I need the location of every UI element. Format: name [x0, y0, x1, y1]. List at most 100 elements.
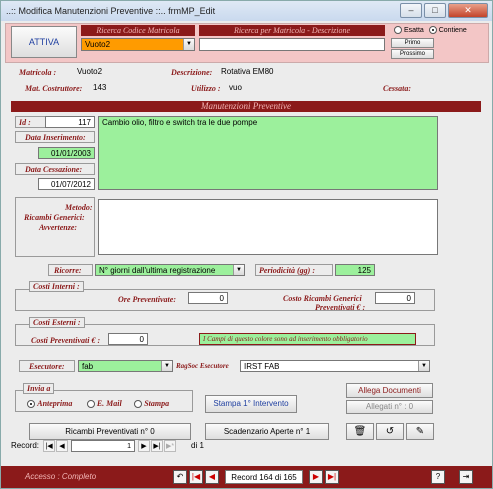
- costo-ricambi-field[interactable]: 0: [375, 292, 415, 304]
- matricola-value: Vuoto2: [77, 67, 103, 76]
- undo-nav-icon[interactable]: ↶: [173, 470, 187, 484]
- minimize-button[interactable]: –: [400, 3, 422, 18]
- previous-icon[interactable]: ◀: [205, 470, 219, 484]
- descrizione-value: Rotativa EM80: [221, 67, 274, 76]
- invia-options: Anteprima E. Mail Stampa: [27, 399, 169, 408]
- costo-ricambi-label: Costo Ricambi Generici: [283, 294, 362, 303]
- chevron-down-icon[interactable]: ▼: [183, 39, 194, 50]
- ragsoc-value: IRST FAB: [244, 362, 280, 371]
- campi-obbligatori-note: I Campi di questo colore sono ad inserim…: [199, 333, 416, 345]
- allega-documenti-button[interactable]: Allega Documenti: [346, 383, 433, 398]
- descrizione-textarea[interactable]: Cambio olio, filtro e switch tra le due …: [98, 116, 438, 190]
- match-mode-group: Esatta Contiene: [394, 26, 467, 34]
- metodo-label: Metodo:: [65, 203, 93, 212]
- data-cess-field[interactable]: 01/07/2012: [38, 178, 95, 190]
- chevron-down-icon[interactable]: ▼: [418, 361, 429, 371]
- matricola-label: Matricola :: [19, 68, 57, 77]
- stampa-label: Stampa: [144, 399, 170, 408]
- footer-bar: Accesso : Completo ↶ |◀ ◀ Record 164 di …: [1, 466, 492, 488]
- allegati-button[interactable]: Allegati n° : 0: [346, 400, 433, 414]
- cessata-label: Cessata:: [383, 84, 411, 93]
- delete-icon[interactable]: 🗑: [346, 423, 374, 440]
- esatta-label: Esatta: [403, 26, 424, 34]
- current-record-field[interactable]: 1: [71, 440, 135, 452]
- attiva-button[interactable]: ATTIVA: [11, 26, 77, 58]
- data-ins-label: Data Inserimento:: [25, 133, 86, 142]
- ore-prev-label: Ore Preventivate:: [118, 295, 176, 304]
- chevron-down-icon[interactable]: ▼: [161, 361, 172, 371]
- chevron-down-icon[interactable]: ▼: [233, 265, 244, 275]
- costi-esterni-label: Costi Esterni :: [29, 317, 85, 328]
- prossimo-button[interactable]: Prossimo: [391, 49, 434, 59]
- periodicita-label: Periodicità (gg) :: [259, 266, 315, 275]
- form-body: ATTIVA Ricerca Codice Matricola Vuoto2 ▼…: [1, 21, 492, 468]
- first-icon[interactable]: |◀: [189, 470, 203, 484]
- new-record-icon[interactable]: ▶*: [164, 440, 176, 452]
- contiene-radio[interactable]: [428, 26, 437, 34]
- stampa-radio[interactable]: [133, 399, 142, 408]
- costruttore-value: 143: [93, 83, 107, 92]
- record-counter: Record 164 di 165: [225, 470, 303, 484]
- utilizzo-value: vuo: [229, 83, 242, 92]
- costi-prev-field[interactable]: 0: [108, 333, 148, 345]
- app-window: ..:: Modifica Manutenzioni Preventive ::…: [0, 0, 493, 489]
- costo-ricambi-label2: Preventivati € :: [315, 303, 366, 312]
- record-total: di 1: [191, 441, 204, 450]
- ricambi-preventivati-button[interactable]: Ricambi Preventivati n° 0: [29, 423, 191, 440]
- ragsoc-label: RagSoc Esecutore: [176, 362, 229, 370]
- maximize-button[interactable]: □: [424, 3, 446, 18]
- data-cess-label: Data Cessazione:: [25, 165, 83, 174]
- record-label: Record:: [11, 441, 40, 450]
- primo-button[interactable]: Primo: [391, 38, 434, 48]
- periodicita-field[interactable]: 125: [335, 264, 375, 276]
- ricorre-select[interactable]: N° giorni dall'ultima registrazione ▼: [95, 264, 245, 276]
- exit-icon[interactable]: ⇥: [459, 470, 473, 484]
- esecutore-value: fab: [82, 362, 94, 371]
- save-icon[interactable]: ✎: [406, 423, 434, 440]
- ricerca-codice-select[interactable]: Vuoto2 ▼: [81, 38, 195, 51]
- anteprima-label: Anteprima: [37, 399, 73, 408]
- help-icon[interactable]: ?: [431, 470, 445, 484]
- email-label: E. Mail: [96, 399, 122, 408]
- esatta-radio[interactable]: [394, 26, 402, 34]
- ricambi-label: Ricambi Generici:: [24, 213, 85, 222]
- costi-prev-label: Costi Preventivati € :: [31, 336, 101, 345]
- avvertenze-label: Avvertenze:: [39, 223, 78, 232]
- section-title: Manutenzioni Preventive: [11, 101, 481, 112]
- ricorre-label: Ricorre:: [54, 266, 82, 275]
- esecutore-select[interactable]: fab ▼: [78, 360, 173, 372]
- first-record-icon[interactable]: |◀: [43, 440, 55, 452]
- stampa-intervento-button[interactable]: Stampa 1° Intervento: [205, 395, 297, 413]
- next-record-icon[interactable]: ▶: [138, 440, 150, 452]
- data-ins-field[interactable]: 01/01/2003: [38, 147, 95, 159]
- scadenzario-button[interactable]: Scadenzario Aperte n° 1: [205, 423, 329, 440]
- record-navigator: Record: |◀ ◀ 1 ▶ ▶| ▶* di 1: [5, 439, 489, 453]
- anteprima-radio[interactable]: [27, 399, 35, 408]
- prev-record-icon[interactable]: ◀: [56, 440, 68, 452]
- next-icon[interactable]: ▶: [309, 470, 323, 484]
- ragsoc-select[interactable]: IRST FAB ▼: [240, 360, 430, 372]
- accesso-label: Accesso : Completo: [25, 472, 97, 481]
- title-bar: ..:: Modifica Manutenzioni Preventive ::…: [1, 1, 492, 21]
- undo-icon[interactable]: ↺: [376, 423, 404, 440]
- costruttore-label: Mat. Costruttore:: [25, 84, 83, 93]
- close-button[interactable]: ✕: [448, 3, 488, 18]
- last-icon[interactable]: ▶|: [325, 470, 339, 484]
- ricorre-value: N° giorni dall'ultima registrazione: [99, 266, 216, 275]
- contiene-label: Contiene: [438, 26, 467, 34]
- ricerca-matricola-label: Ricerca per Matricola - Descrizione: [199, 25, 385, 36]
- invia-label: Invia a: [23, 383, 55, 394]
- last-record-icon[interactable]: ▶|: [151, 440, 163, 452]
- email-radio[interactable]: [86, 399, 95, 408]
- ricerca-matricola-input[interactable]: [199, 38, 385, 51]
- metodo-textarea[interactable]: [98, 199, 438, 255]
- utilizzo-label: Utilizzo :: [191, 84, 221, 93]
- id-label: Id :: [19, 118, 31, 127]
- ricerca-codice-label: Ricerca Codice Matricola: [81, 25, 195, 36]
- costi-interni-label: Costi Interni :: [29, 281, 84, 292]
- id-field[interactable]: 117: [45, 116, 95, 128]
- esecutore-label: Esecutore:: [29, 362, 65, 371]
- ricerca-codice-value: Vuoto2: [85, 40, 111, 49]
- window-title: ..:: Modifica Manutenzioni Preventive ::…: [6, 6, 216, 16]
- ore-prev-field[interactable]: 0: [188, 292, 228, 304]
